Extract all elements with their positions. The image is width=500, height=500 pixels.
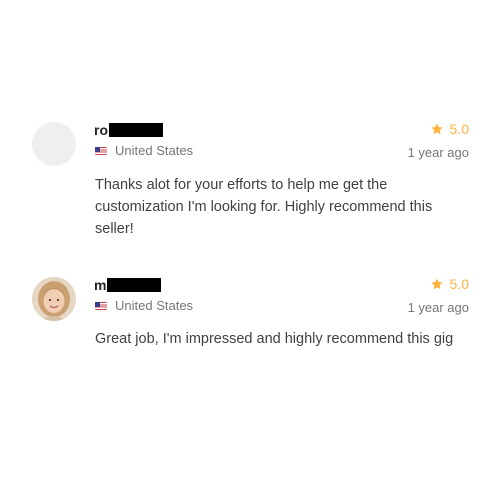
reviewer-country: United States — [95, 143, 193, 159]
avatar[interactable] — [32, 277, 76, 321]
country-label: United States — [115, 298, 194, 313]
review-text: Great job, I'm impressed and highly reco… — [95, 331, 454, 347]
review-text: Thanks alot for your efforts to help me … — [95, 177, 433, 237]
country-label: United States — [115, 143, 194, 158]
reviewer-username[interactable]: ro — [94, 122, 163, 138]
us-flag-icon — [95, 302, 107, 310]
avatar-photo — [32, 277, 76, 321]
review-time: 1 year ago — [407, 145, 469, 160]
review-time: 1 year ago — [407, 300, 469, 315]
reviewer-country: United States — [95, 298, 193, 314]
rating-value: 5.0 — [449, 276, 469, 292]
redaction-bar — [107, 278, 162, 293]
reviews-page: ro United States 5.0 1 year ago Thanks a… — [0, 0, 500, 500]
us-flag-icon — [95, 147, 107, 155]
redaction-bar — [109, 123, 163, 138]
reviewer-username[interactable]: m — [94, 277, 162, 293]
star-icon — [430, 278, 443, 290]
avatar-placeholder[interactable] — [32, 122, 76, 166]
rating-value: 5.0 — [449, 121, 469, 137]
rating: 5.0 — [430, 275, 469, 293]
star-icon — [430, 123, 443, 135]
username-text: ro — [94, 122, 108, 138]
rating: 5.0 — [430, 120, 469, 138]
username-text: m — [94, 277, 107, 293]
